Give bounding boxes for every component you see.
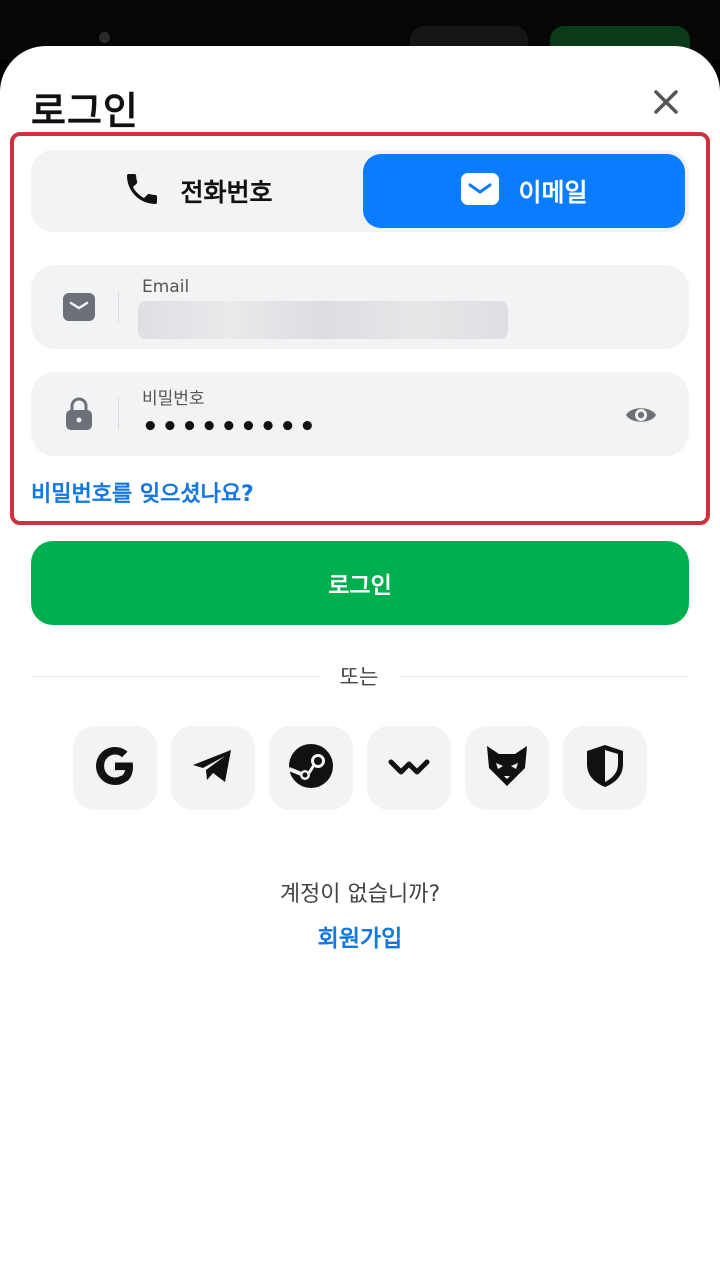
walletconnect-icon	[385, 742, 433, 794]
login-method-toggle: 전화번호 이메일	[31, 150, 689, 232]
field-divider	[118, 291, 119, 323]
eye-icon[interactable]	[623, 397, 659, 433]
phone-icon	[122, 169, 162, 213]
password-label: 비밀번호	[142, 389, 205, 409]
tab-email[interactable]: 이메일	[363, 154, 685, 228]
divider-line-right	[399, 676, 689, 677]
email-field[interactable]: Email	[31, 265, 689, 349]
background-dot	[99, 32, 110, 43]
walletconnect-login-button[interactable]	[367, 726, 451, 810]
password-value: •••••••••	[142, 412, 319, 442]
login-button[interactable]: 로그인	[31, 541, 689, 625]
forgot-password-link[interactable]: 비밀번호를 잊으셨나요?	[31, 476, 254, 508]
divider-line-left	[31, 676, 319, 677]
fox-wallet-icon	[483, 742, 531, 794]
signup-link-row: 회원가입	[0, 919, 720, 953]
steam-login-button[interactable]	[269, 726, 353, 810]
login-sheet: 로그인 전화번호 이메일 Email 비밀번호 ••••••••• 비밀번호를 …	[0, 46, 720, 1280]
tab-phone-label: 전화번호	[180, 178, 273, 207]
shield-login-button[interactable]	[563, 726, 647, 810]
password-field[interactable]: 비밀번호 •••••••••	[31, 372, 689, 456]
telegram-icon	[189, 742, 237, 794]
shield-icon	[581, 742, 629, 794]
fox-wallet-login-button[interactable]	[465, 726, 549, 810]
email-value-obscured	[138, 301, 508, 339]
google-login-button[interactable]	[73, 726, 157, 810]
steam-icon	[287, 742, 335, 794]
email-label: Email	[142, 277, 190, 297]
telegram-login-button[interactable]	[171, 726, 255, 810]
tab-phone[interactable]: 전화번호	[35, 154, 360, 228]
mail-icon	[460, 169, 500, 213]
social-login-list	[73, 726, 653, 810]
google-icon	[91, 742, 139, 794]
field-divider	[118, 398, 119, 430]
close-icon[interactable]	[644, 80, 688, 124]
page-title: 로그인	[31, 89, 139, 133]
signup-link[interactable]: 회원가입	[318, 926, 403, 952]
no-account-text: 계정이 없습니까?	[279, 882, 441, 907]
divider: 또는	[31, 661, 689, 691]
divider-text: 또는	[339, 665, 379, 689]
envelope-icon	[61, 289, 97, 325]
lock-icon	[61, 396, 97, 432]
tab-email-label: 이메일	[518, 178, 588, 207]
